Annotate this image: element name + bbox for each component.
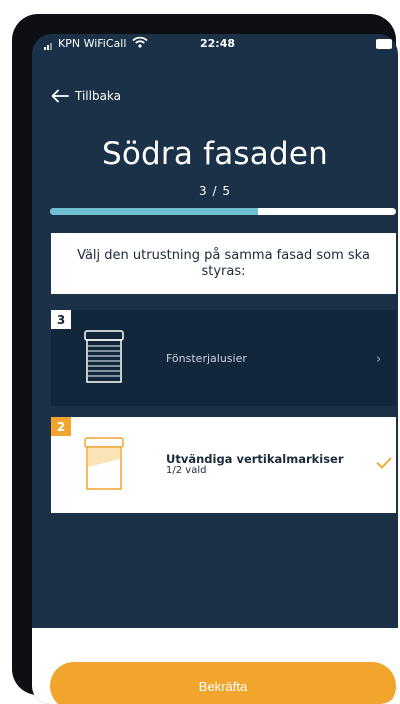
app-screen: KPN WiFiCall 22:48 Tillbaka Södra fasade… (32, 34, 398, 704)
arrow-left-icon (51, 89, 69, 103)
progress-bar (50, 208, 396, 215)
count-badge: 3 (51, 310, 71, 329)
battery-icon (376, 39, 392, 49)
page-title: Södra fasaden (102, 136, 328, 172)
confirm-button[interactable]: Bekräfta (50, 662, 396, 704)
chevron-right-icon: › (376, 352, 382, 367)
footer: Bekräfta (32, 628, 398, 704)
back-label: Tillbaka (75, 89, 122, 103)
equipment-option-venetian-blinds[interactable]: 3 Fönsterjalusier › (51, 310, 396, 406)
instruction-text: Välj den utrustning på samma fasad som s… (77, 247, 370, 279)
vertical-awning-icon (84, 437, 124, 490)
phone-frame: KPN WiFiCall 22:48 Tillbaka Södra fasade… (12, 14, 398, 704)
wifi-icon (132, 36, 148, 48)
checkmark-icon (376, 457, 392, 469)
selection-count: 1/2 vald (166, 465, 207, 476)
option-label: Fönsterjalusier (166, 352, 247, 365)
progress-fill (50, 208, 258, 215)
clock: 22:48 (200, 37, 236, 50)
back-button[interactable]: Tillbaka (51, 86, 121, 106)
count-badge: 2 (51, 417, 71, 436)
signal-icon (44, 42, 54, 50)
step-indicator: 3 / 5 (199, 184, 231, 198)
venetian-blind-icon (84, 330, 124, 383)
option-label: Utvändiga vertikalmarkiser (166, 452, 344, 466)
carrier-label: KPN WiFiCall (58, 37, 127, 50)
instruction-box: Välj den utrustning på samma fasad som s… (51, 233, 396, 294)
equipment-option-vertical-awnings[interactable]: 2 Utvändiga vertikalmarkiser 1/2 vald (51, 417, 396, 513)
status-bar: KPN WiFiCall 22:48 (32, 34, 398, 56)
